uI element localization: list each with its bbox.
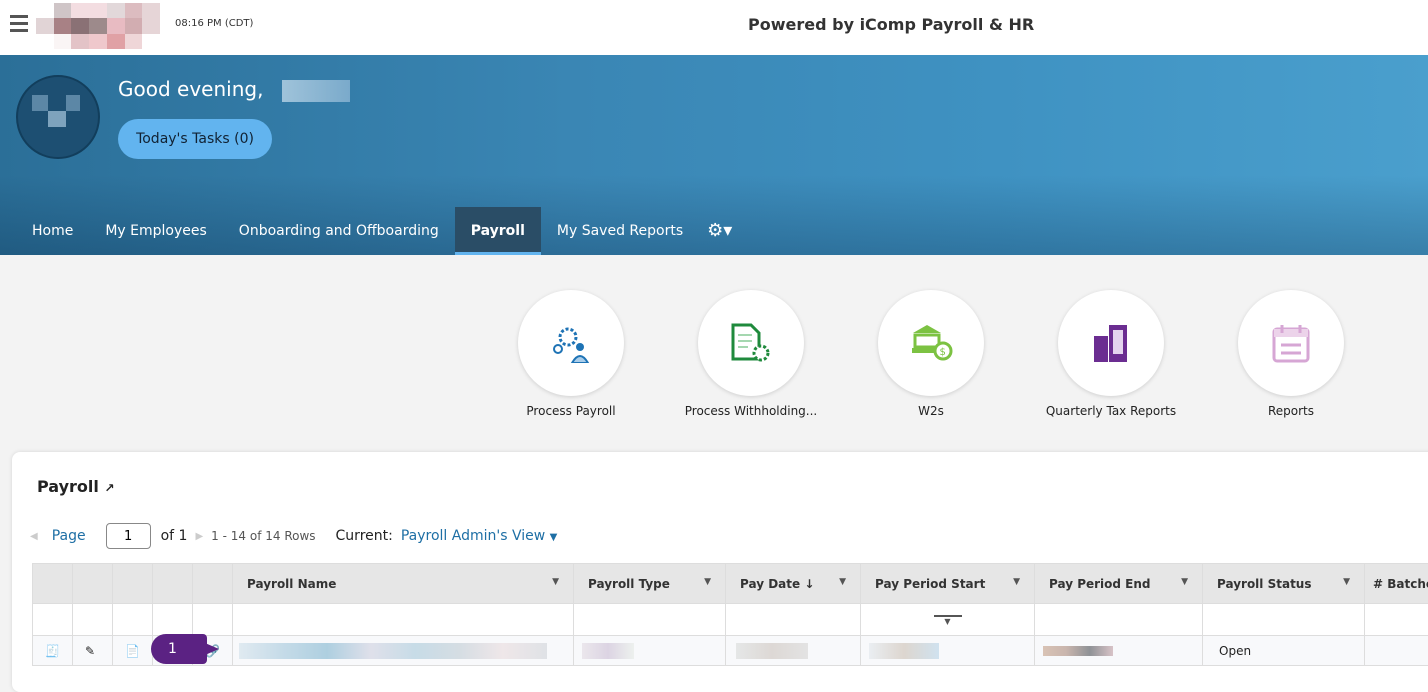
row-count: 1 - 14 of 14 Rows (211, 529, 315, 543)
tab-payroll[interactable]: Payroll (455, 207, 541, 255)
filter-icon[interactable]: ▼ (861, 604, 1035, 636)
tile-label: Quarterly Tax Reports (1021, 404, 1201, 418)
step-callout-badge: 1 (151, 634, 207, 664)
col-payroll-type[interactable]: Payroll Type▼ (574, 564, 726, 604)
tab-home[interactable]: Home (16, 207, 89, 255)
external-link-icon[interactable]: ↗ (104, 481, 114, 495)
user-name-blurred (282, 80, 350, 102)
panel-title[interactable]: Payroll ↗ (37, 477, 115, 496)
payroll-table: Payroll Name▼ Payroll Type▼ Pay Date ↓▼ … (32, 563, 1428, 666)
sort-down-icon: ↓ (804, 577, 814, 591)
header-row: Payroll Name▼ Payroll Type▼ Pay Date ↓▼ … (33, 564, 1428, 604)
todays-tasks-button[interactable]: Today's Tasks (0) (118, 119, 272, 159)
col-batches[interactable]: # Batche (1365, 564, 1428, 604)
pay-document-icon[interactable]: 📄 (113, 636, 153, 666)
filter-row: ▼ (33, 604, 1428, 636)
col-pay-period-start[interactable]: Pay Period Start▼ (861, 564, 1035, 604)
tab-onboarding[interactable]: Onboarding and Offboarding (223, 207, 455, 255)
current-view-label: Current: (336, 528, 393, 544)
process-payroll-tile[interactable]: Process Payroll (481, 290, 661, 418)
tile-label: Reports (1201, 404, 1381, 418)
tab-my-saved-reports[interactable]: My Saved Reports (541, 207, 699, 255)
next-page-icon[interactable]: ▶ (195, 531, 203, 542)
tile-label: Process Payroll (481, 404, 661, 418)
quarterly-tax-reports-tile[interactable]: Quarterly Tax Reports (1021, 290, 1201, 418)
tile-label: Process Withholding... (661, 404, 841, 418)
page-label: Page (52, 528, 86, 544)
top-bar: 08:16 PM (CDT) Powered by iComp Payroll … (0, 0, 1428, 55)
building-icon (1091, 322, 1131, 364)
main-nav: Home My Employees Onboarding and Offboar… (16, 207, 740, 255)
col-pay-date[interactable]: Pay Date ↓▼ (726, 564, 861, 604)
payroll-status: Open (1203, 636, 1365, 666)
calendar-icon (1271, 323, 1311, 363)
hamburger-menu-icon[interactable] (10, 15, 28, 33)
tab-my-employees[interactable]: My Employees (89, 207, 222, 255)
pager: ◀ Page of 1 ▶ 1 - 14 of 14 Rows Current:… (30, 522, 557, 550)
current-time: 08:16 PM (CDT) (175, 18, 253, 29)
page-of: of 1 (161, 528, 188, 544)
people-gears-icon (550, 323, 592, 363)
col-payroll-status[interactable]: Payroll Status▼ (1203, 564, 1365, 604)
gear-icon[interactable]: ⚙▾ (699, 207, 740, 255)
tile-label: W2s (841, 404, 1021, 418)
powered-by-title: Powered by iComp Payroll & HR (748, 15, 1034, 34)
avatar[interactable] (16, 75, 100, 159)
company-logo-blurred (36, 3, 160, 49)
col-payroll-name[interactable]: Payroll Name▼ (233, 564, 574, 604)
view-selector[interactable]: Payroll Admin's View ▼ (401, 528, 558, 544)
payroll-register-icon[interactable]: 🧾 (33, 636, 73, 666)
document-gear-icon (729, 323, 773, 363)
prev-page-icon[interactable]: ◀ (30, 531, 38, 542)
table-row[interactable]: 🧾 ✎ 📄 🔗 Open (33, 636, 1428, 666)
greeting: Good evening, (118, 77, 263, 101)
chevron-down-icon: ▼ (550, 532, 558, 543)
page-input[interactable] (106, 523, 151, 549)
col-pay-period-end[interactable]: Pay Period End▼ (1035, 564, 1203, 604)
process-withholding-tile[interactable]: Process Withholding... (661, 290, 841, 418)
w2s-tile[interactable]: $ W2s (841, 290, 1021, 418)
pencil-icon[interactable]: ✎ (73, 636, 113, 666)
reports-tile[interactable]: Reports (1201, 290, 1381, 418)
bank-dollar-icon: $ (909, 323, 953, 363)
svg-text:$: $ (940, 347, 946, 358)
